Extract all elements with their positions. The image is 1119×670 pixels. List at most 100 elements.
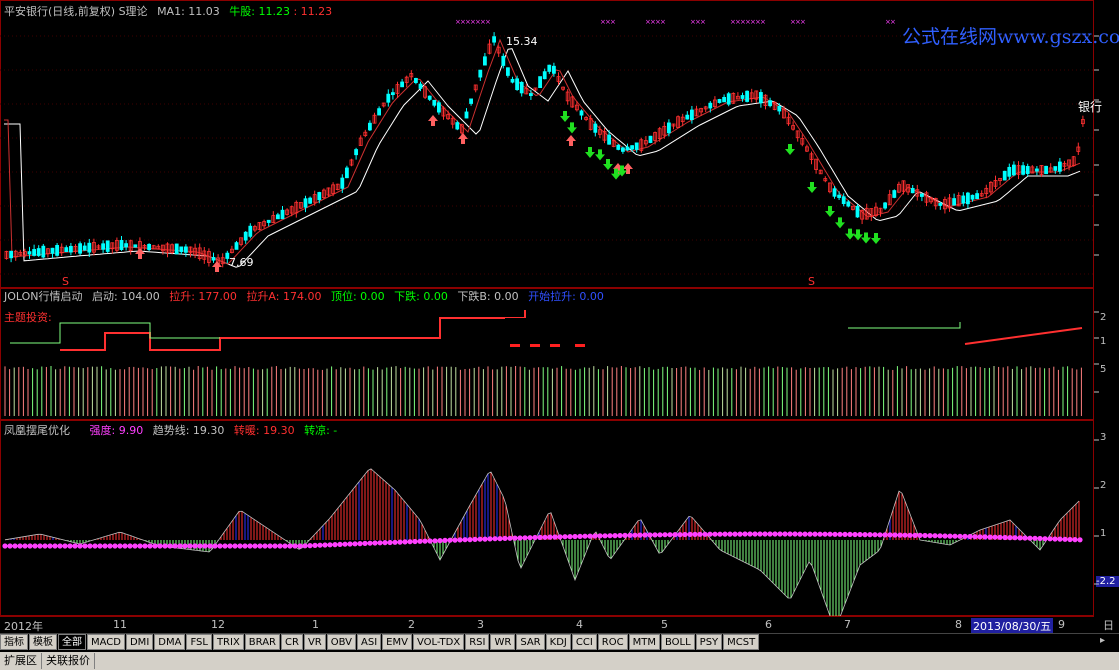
trend-dot xyxy=(902,532,908,538)
trend-dot xyxy=(457,537,463,543)
tab-cr[interactable]: CR xyxy=(281,634,303,650)
trend-dot xyxy=(167,543,173,549)
tab-wr[interactable]: WR xyxy=(490,634,516,650)
tab-macd[interactable]: MACD xyxy=(87,634,125,650)
trend-dot xyxy=(212,543,218,549)
tab-模板[interactable]: 模板 xyxy=(29,634,57,650)
trend-dot xyxy=(1022,535,1028,541)
trend-dot xyxy=(222,543,228,549)
candle xyxy=(529,93,533,97)
trend-dot xyxy=(742,531,748,537)
trend-dot xyxy=(977,534,983,540)
trend-dot xyxy=(652,532,658,538)
trend-dot xyxy=(292,543,298,549)
tab-dma[interactable]: DMA xyxy=(154,634,186,650)
trend-dot xyxy=(717,531,723,537)
tab-mtm[interactable]: MTM xyxy=(628,634,660,650)
tab-related-quotes[interactable]: 关联报价 xyxy=(42,653,95,669)
tab-kdj[interactable]: KDJ xyxy=(545,634,571,650)
trend-dot xyxy=(572,533,578,540)
period-label[interactable]: 日 xyxy=(1103,617,1114,633)
trend-dot xyxy=(842,531,848,537)
tab-fsl[interactable]: FSL xyxy=(186,634,212,650)
trend-dot xyxy=(227,543,233,549)
candle xyxy=(648,135,653,143)
jolon-red-tick xyxy=(530,344,540,347)
trend-dot xyxy=(127,543,133,549)
trend-dot xyxy=(417,538,423,544)
tab-roc[interactable]: ROC xyxy=(597,634,628,650)
trend-dot xyxy=(912,532,918,538)
trend-dot xyxy=(647,532,653,538)
trend-dot xyxy=(607,533,613,539)
trend-dot xyxy=(192,543,198,549)
tab-cci[interactable]: CCI xyxy=(571,634,597,650)
trend-dot xyxy=(577,533,583,539)
trend-dot xyxy=(597,533,603,539)
tab-sar[interactable]: SAR xyxy=(516,634,545,650)
trend-dot xyxy=(627,532,633,538)
trend-dot xyxy=(402,539,408,545)
candle xyxy=(418,83,423,89)
jolon-red-tick xyxy=(550,344,560,347)
candle xyxy=(552,65,556,74)
tab-brar[interactable]: BRAR xyxy=(244,634,280,650)
trend-dot xyxy=(667,532,673,538)
tab-extension-area[interactable]: 扩展区 xyxy=(0,653,42,669)
trend-line xyxy=(4,38,1081,265)
candle xyxy=(133,244,138,248)
trend-dot xyxy=(582,533,588,539)
trend-dot xyxy=(877,532,883,538)
candle xyxy=(266,219,271,223)
candle xyxy=(211,257,216,261)
trend-dot xyxy=(412,538,418,545)
trend-dot xyxy=(182,543,188,549)
tab-指标[interactable]: 指标 xyxy=(0,634,28,650)
tab-trix[interactable]: TRIX xyxy=(212,634,244,650)
candle xyxy=(519,81,524,94)
signal-marker: × xyxy=(760,18,766,26)
candle xyxy=(593,123,598,133)
tab-mcst[interactable]: MCST xyxy=(723,634,760,650)
scroll-right-arrow[interactable]: ▸ xyxy=(1100,635,1105,646)
candle xyxy=(234,242,239,250)
candle xyxy=(768,100,772,107)
tab-vol-tdx[interactable]: VOL-TDX xyxy=(412,634,465,650)
trend-dot xyxy=(257,543,263,549)
tab-boll[interactable]: BOLL xyxy=(660,634,695,650)
trend-dot xyxy=(27,543,33,549)
candle xyxy=(515,78,519,91)
candle xyxy=(717,99,722,103)
trend-dot xyxy=(757,531,763,537)
trend-dot xyxy=(1027,535,1033,541)
tab-vr[interactable]: VR xyxy=(303,634,326,650)
tab-asi[interactable]: ASI xyxy=(357,634,382,650)
candle xyxy=(243,231,248,241)
tab-全部[interactable]: 全部 xyxy=(58,634,86,650)
trend-dot xyxy=(1012,535,1018,541)
trend-dot xyxy=(827,531,833,537)
high-price-label: 15.34 xyxy=(506,35,538,48)
tab-psy[interactable]: PSY xyxy=(695,634,723,650)
buy-arrow-up xyxy=(428,115,438,126)
trend-dot xyxy=(982,534,988,540)
trend-dot xyxy=(312,542,318,548)
tab-emv[interactable]: EMV xyxy=(382,634,412,650)
trend-dot xyxy=(497,536,503,542)
tab-obv[interactable]: OBV xyxy=(326,634,356,650)
trend-dot xyxy=(2,543,8,549)
candle xyxy=(64,247,69,253)
candle xyxy=(101,243,105,250)
tab-rsi[interactable]: RSI xyxy=(465,634,490,650)
trend-dot xyxy=(287,543,293,549)
trend-dot xyxy=(397,539,403,545)
trend-dot xyxy=(517,535,523,541)
tab-dmi[interactable]: DMI xyxy=(125,634,154,650)
trend-dot xyxy=(1067,536,1073,543)
candle xyxy=(685,114,690,120)
trend-dot xyxy=(372,540,378,546)
jolon-svg xyxy=(4,310,1083,416)
candle xyxy=(667,122,671,134)
trend-dot xyxy=(472,536,478,542)
trend-dot xyxy=(677,532,683,538)
